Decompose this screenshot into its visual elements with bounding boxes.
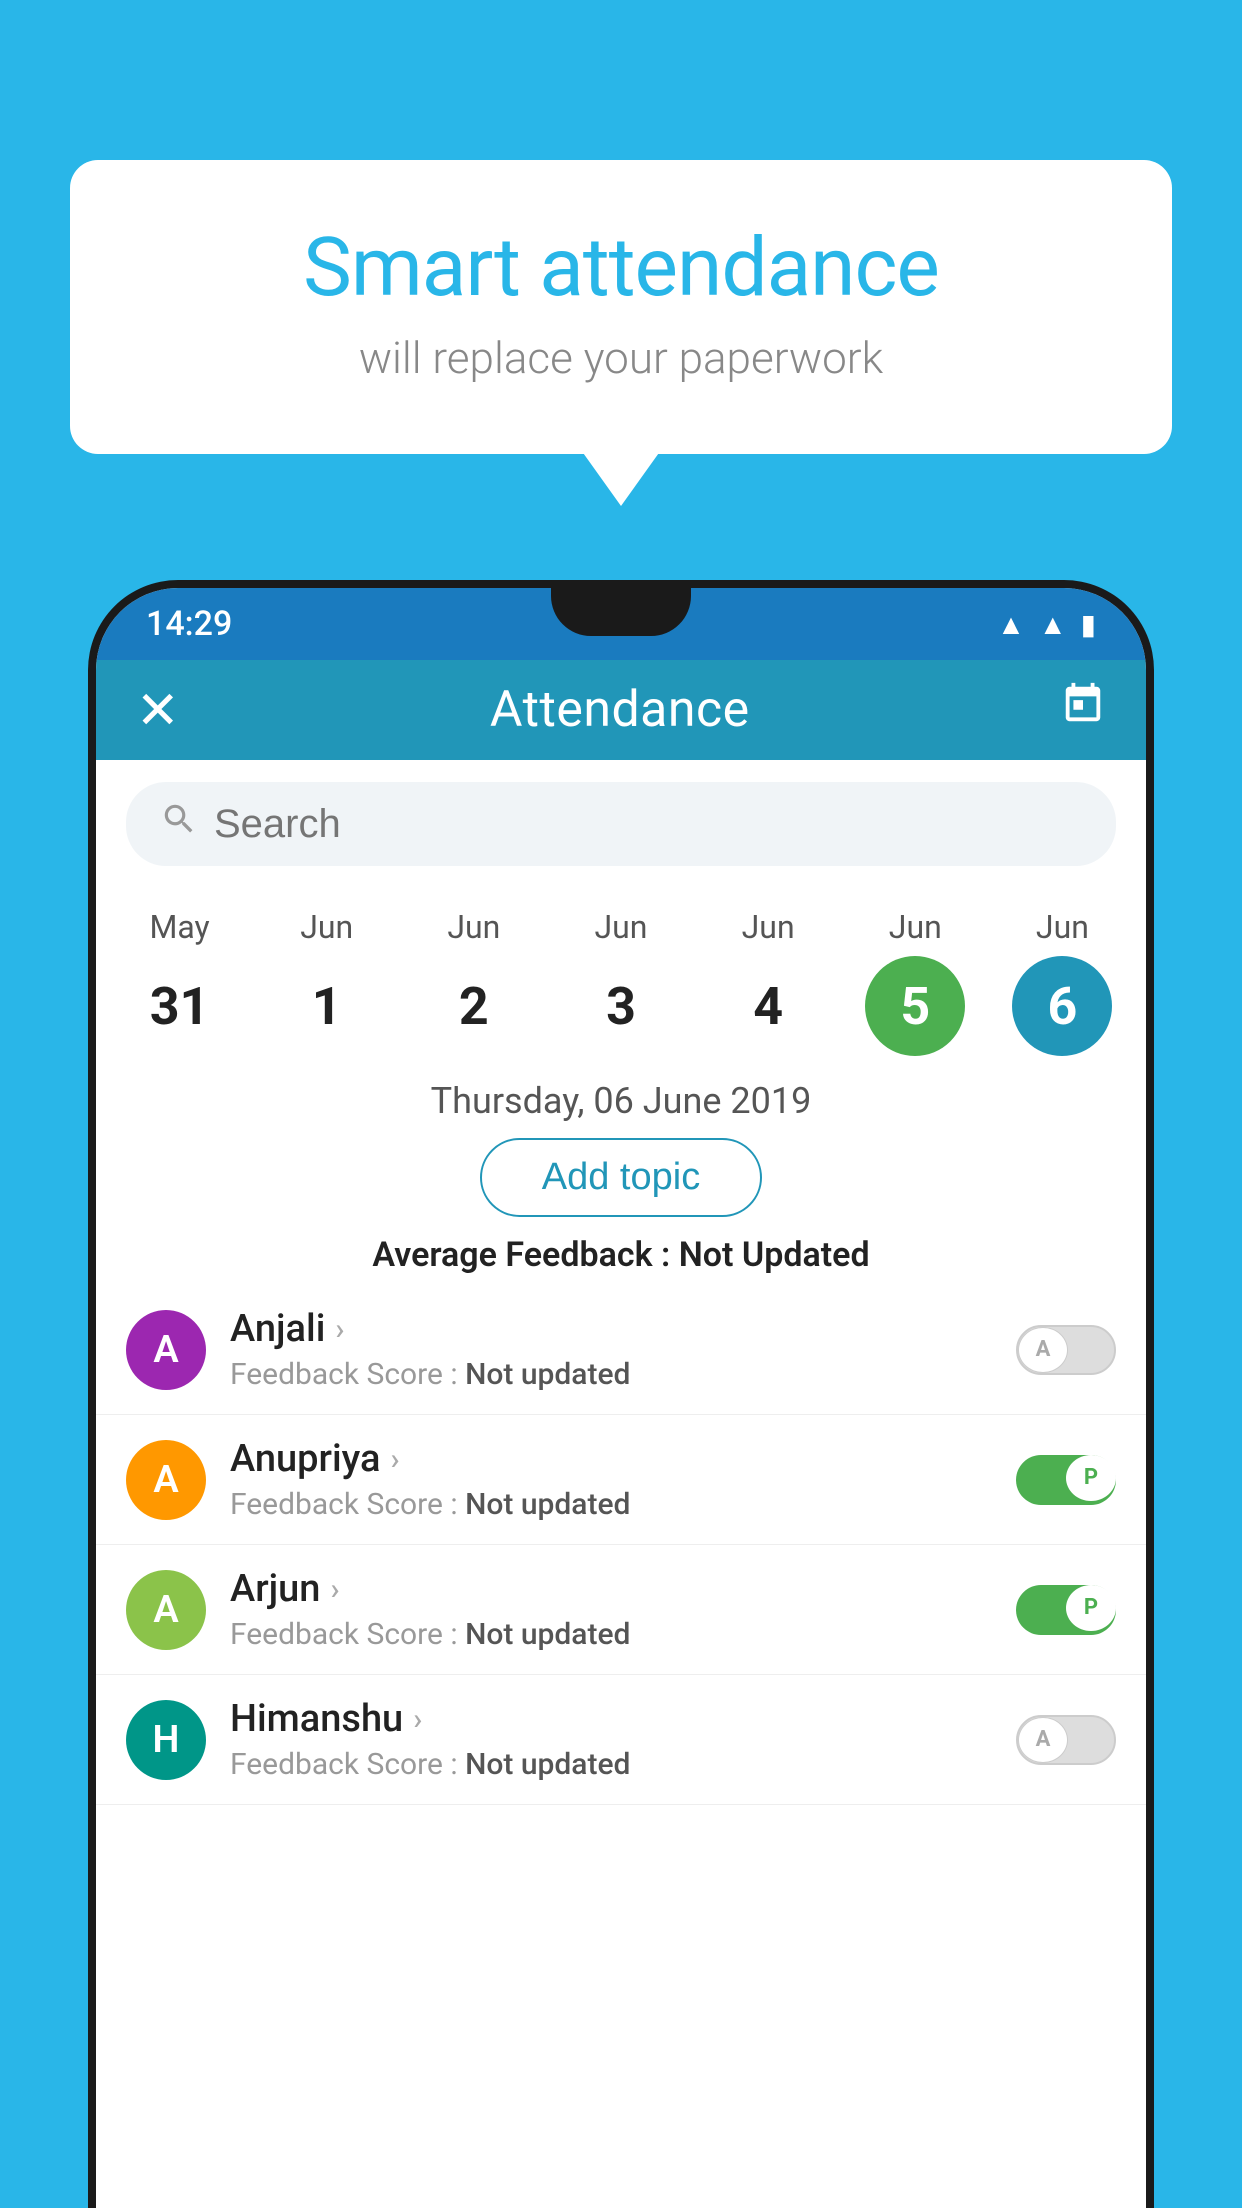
phone-inner: 14:29 ▲ ▲ ▮ ✕ Attendance <box>96 588 1146 2208</box>
cal-date-number[interactable]: 5 <box>865 956 965 1056</box>
student-info: Anjali › Feedback Score : Not updated <box>230 1307 1016 1392</box>
cal-month-label: Jun <box>889 908 942 946</box>
search-input[interactable] <box>214 802 1082 847</box>
status-time: 14:29 <box>146 604 232 644</box>
chevron-icon: › <box>413 1702 422 1737</box>
status-icons: ▲ ▲ ▮ <box>997 608 1096 641</box>
student-item[interactable]: AAnjali ›Feedback Score : Not updatedA <box>96 1285 1146 1415</box>
cal-date-number[interactable]: 1 <box>277 956 377 1056</box>
app-bar: ✕ Attendance <box>96 660 1146 760</box>
avg-feedback-value: Not Updated <box>679 1235 870 1275</box>
battery-icon: ▮ <box>1081 608 1096 641</box>
avatar: H <box>126 1700 206 1780</box>
cal-date-number[interactable]: 4 <box>718 956 818 1056</box>
avg-feedback: Average Feedback : Not Updated <box>96 1235 1146 1275</box>
student-info: Himanshu › Feedback Score : Not updated <box>230 1697 1016 1782</box>
calendar-day[interactable]: Jun 2 <box>414 908 534 1056</box>
cal-month-label: Jun <box>300 908 353 946</box>
attendance-toggle[interactable]: A <box>1016 1325 1116 1375</box>
close-button[interactable]: ✕ <box>136 680 180 741</box>
cal-month-label: Jun <box>595 908 648 946</box>
wifi-icon: ▲ <box>997 608 1025 641</box>
chevron-icon: › <box>335 1312 344 1347</box>
calendar-row: May 31 Jun 1 Jun 2 Jun 3 Jun 4 Jun 5 Jun 6 <box>96 888 1146 1056</box>
toggle-knob: A <box>1018 1717 1068 1763</box>
student-list: AAnjali ›Feedback Score : Not updatedAAA… <box>96 1285 1146 1805</box>
cal-month-label: Jun <box>742 908 795 946</box>
student-name: Anupriya › <box>230 1437 1016 1481</box>
cal-date-number[interactable]: 3 <box>571 956 671 1056</box>
toggle-knob: A <box>1018 1327 1068 1373</box>
avatar: A <box>126 1310 206 1390</box>
calendar-day[interactable]: Jun 1 <box>267 908 387 1056</box>
student-item[interactable]: A Anupriya › Feedback Score : Not updated P <box>96 1415 1146 1545</box>
cal-month-label: Jun <box>447 908 500 946</box>
student-info: Anupriya › Feedback Score : Not updated <box>230 1437 1016 1522</box>
feedback-score: Feedback Score : Not updated <box>230 1357 1016 1392</box>
student-info: Arjun › Feedback Score : Not updated <box>230 1567 1016 1652</box>
feedback-score: Feedback Score : Not updated <box>230 1747 1016 1782</box>
cal-month-label: May <box>149 908 209 946</box>
search-icon <box>160 800 198 848</box>
student-name: Himanshu › <box>230 1697 1016 1741</box>
speech-bubble: Smart attendance will replace your paper… <box>70 160 1172 454</box>
feedback-score: Feedback Score : Not updated <box>230 1617 1016 1652</box>
selected-date: Thursday, 06 June 2019 <box>96 1080 1146 1122</box>
cal-date-number[interactable]: 6 <box>1012 956 1112 1056</box>
toggle-knob: P <box>1066 1585 1116 1631</box>
attendance-toggle[interactable]: P <box>1016 1585 1116 1635</box>
calendar-button[interactable] <box>1060 681 1106 739</box>
avatar: A <box>126 1570 206 1650</box>
calendar-day[interactable]: Jun 3 <box>561 908 681 1056</box>
app-bar-title: Attendance <box>490 681 750 739</box>
calendar-day[interactable]: May 31 <box>120 908 240 1056</box>
chevron-icon: › <box>390 1442 399 1477</box>
avg-feedback-label: Average Feedback : <box>372 1235 678 1275</box>
student-item[interactable]: A Arjun › Feedback Score : Not updated P <box>96 1545 1146 1675</box>
cal-date-number[interactable]: 31 <box>130 956 230 1056</box>
attendance-toggle[interactable]: P <box>1016 1455 1116 1505</box>
calendar-day[interactable]: Jun 4 <box>708 908 828 1056</box>
avatar: A <box>126 1440 206 1520</box>
toggle-knob: P <box>1066 1455 1116 1501</box>
add-topic-button[interactable]: Add topic <box>480 1138 762 1217</box>
student-name: Anjali › <box>230 1307 1016 1351</box>
speech-bubble-container: Smart attendance will replace your paper… <box>70 160 1172 454</box>
chevron-icon: › <box>330 1572 339 1607</box>
attendance-toggle[interactable]: A <box>1016 1715 1116 1765</box>
bubble-subtitle: will replace your paperwork <box>150 332 1092 384</box>
calendar-day[interactable]: Jun 5 <box>855 908 975 1056</box>
student-item[interactable]: H Himanshu › Feedback Score : Not updatedA <box>96 1675 1146 1805</box>
cal-month-label: Jun <box>1036 908 1089 946</box>
feedback-score: Feedback Score : Not updated <box>230 1487 1016 1522</box>
bubble-title: Smart attendance <box>150 220 1092 316</box>
notch <box>551 588 691 636</box>
phone-frame: 14:29 ▲ ▲ ▮ ✕ Attendance <box>88 580 1154 2208</box>
search-bar[interactable] <box>126 782 1116 866</box>
student-name: Arjun › <box>230 1567 1016 1611</box>
calendar-day[interactable]: Jun 6 <box>1002 908 1122 1056</box>
signal-icon: ▲ <box>1039 608 1067 641</box>
status-bar: 14:29 ▲ ▲ ▮ <box>96 588 1146 660</box>
cal-date-number[interactable]: 2 <box>424 956 524 1056</box>
